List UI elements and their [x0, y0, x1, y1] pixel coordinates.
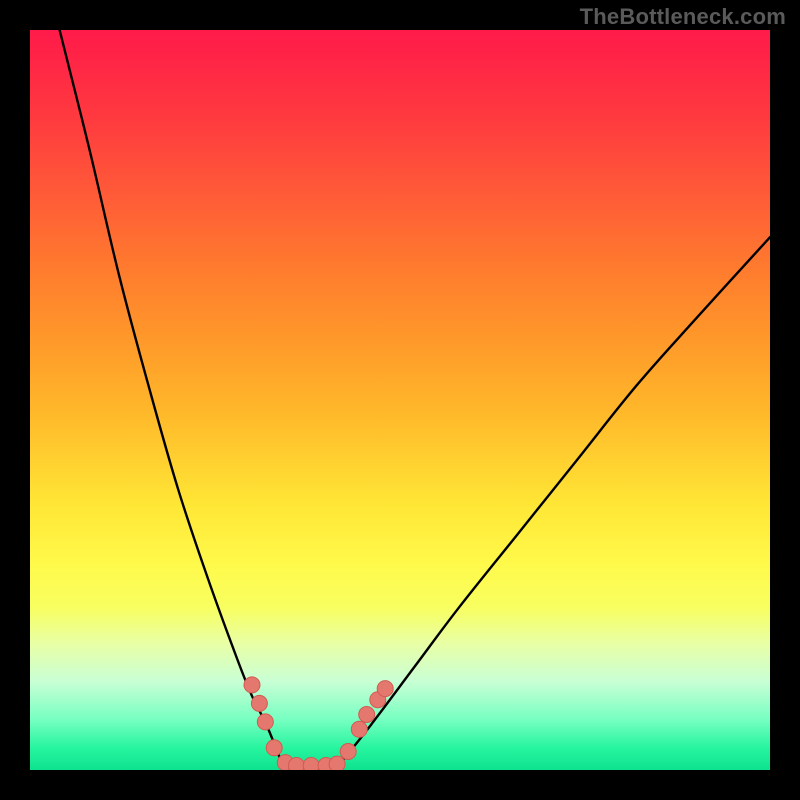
chart-frame: TheBottleneck.com — [0, 0, 800, 800]
curve-marker — [266, 740, 282, 756]
curve-marker — [377, 681, 393, 697]
curve-marker — [359, 707, 375, 723]
curve-right-branch — [341, 237, 770, 762]
curve-group — [60, 30, 770, 767]
curve-marker — [257, 714, 273, 730]
curve-left-branch — [60, 30, 282, 763]
curve-marker — [329, 756, 345, 770]
curve-marker — [288, 758, 304, 770]
chart-svg — [30, 30, 770, 770]
curve-marker — [251, 695, 267, 711]
curve-marker — [303, 758, 319, 770]
curve-marker — [351, 721, 367, 737]
curve-marker — [244, 677, 260, 693]
plot-area — [30, 30, 770, 770]
watermark-text: TheBottleneck.com — [580, 4, 786, 30]
curve-marker — [340, 744, 356, 760]
